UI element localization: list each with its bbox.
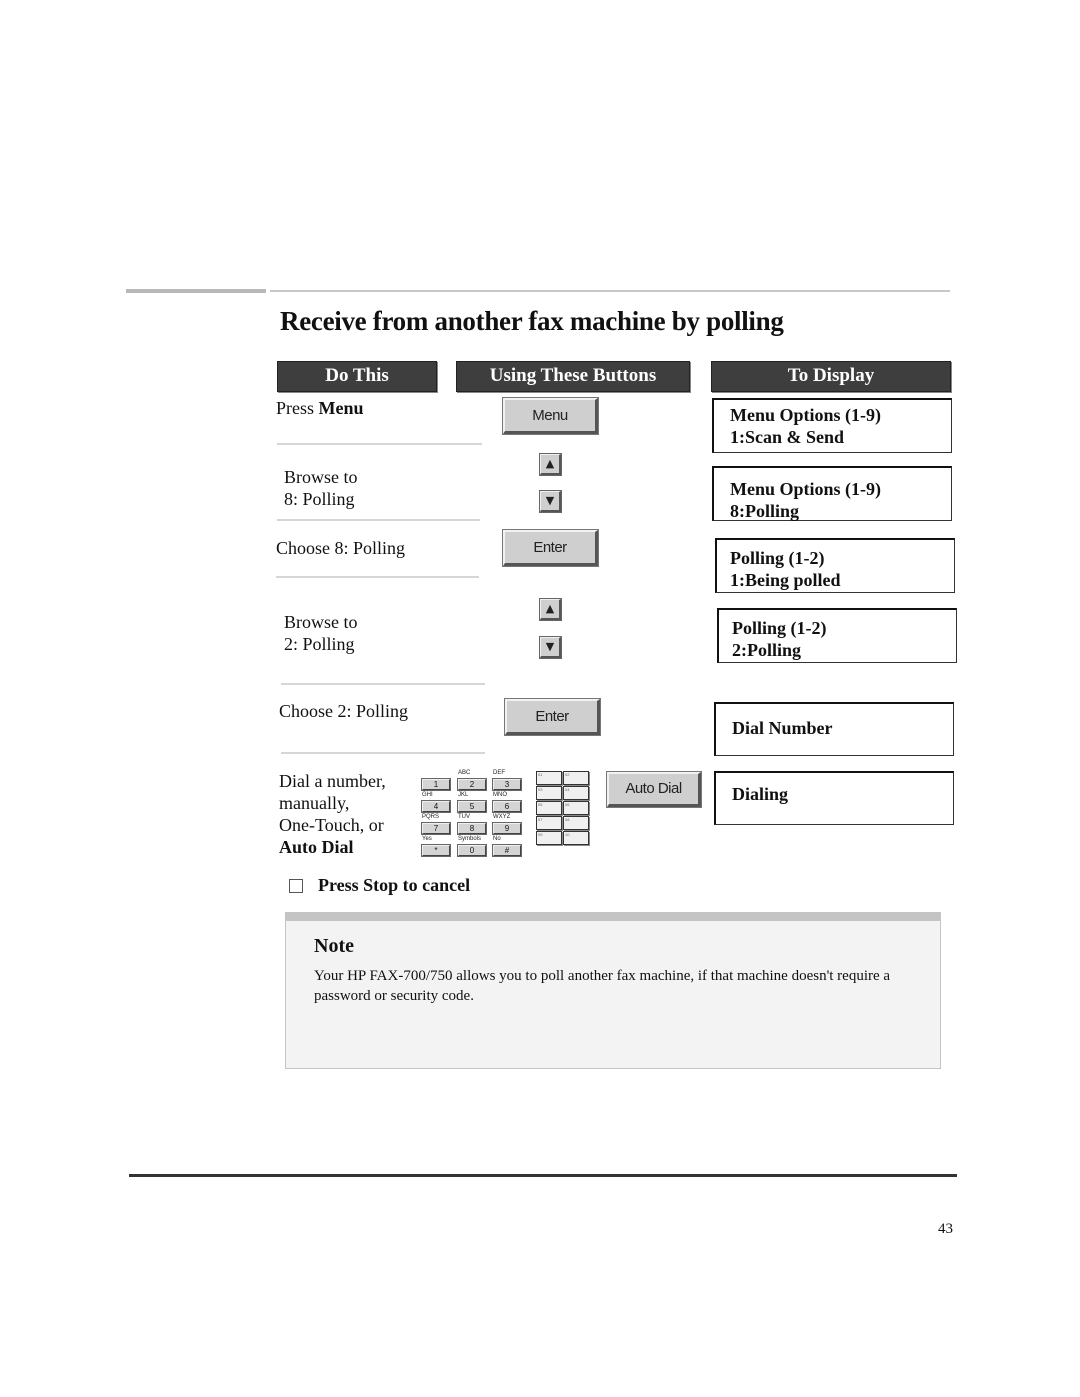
one-touch-key[interactable]: 09 xyxy=(536,831,562,845)
step-4-line-2: 2: Polling xyxy=(284,634,355,654)
key-label: MNO xyxy=(493,792,507,798)
display-line-1: Dial Number xyxy=(732,718,833,738)
keypad-key-7[interactable]: 7 xyxy=(422,823,450,834)
keypad-key-star[interactable]: * xyxy=(422,845,450,856)
keypad-key-5[interactable]: 5 xyxy=(458,801,486,812)
step-separator xyxy=(281,683,485,685)
column-header-do-this: Do This xyxy=(277,361,437,392)
checkbox-icon xyxy=(289,879,303,893)
key-label: No xyxy=(493,836,501,842)
step-2-line-2: 8: Polling xyxy=(284,489,355,509)
enter-button[interactable]: Enter xyxy=(505,699,600,735)
key-label: ABC xyxy=(458,770,471,776)
keypad-key-hash[interactable]: # xyxy=(493,845,521,856)
keypad-key-3[interactable]: 3 xyxy=(493,779,521,790)
display-line-1: Polling (1-2) xyxy=(732,618,827,638)
key-label: WXYZ xyxy=(493,814,511,820)
step-6-line-2: manually, xyxy=(279,793,350,813)
step-6-bold: Auto Dial xyxy=(279,837,354,857)
step-4-instruction: Browse to 2: Polling xyxy=(284,611,358,655)
one-touch-key[interactable]: 06 xyxy=(563,801,589,815)
display-line-2: 1:Being polled xyxy=(730,570,841,590)
key-label: TUV xyxy=(458,814,470,820)
step-separator xyxy=(281,752,485,754)
step-1-text: Press xyxy=(276,398,319,418)
step-6-instruction: Dial a number, manually, One-Touch, or A… xyxy=(279,770,386,858)
display-step-1: Menu Options (1-9) 1:Scan & Send xyxy=(712,398,952,453)
note-box: Note Your HP FAX-700/750 allows you to p… xyxy=(285,912,941,1069)
key-label: DEF xyxy=(493,770,505,776)
step-5-instruction: Choose 2: Polling xyxy=(279,701,409,721)
step-2-instruction: Browse to 8: Polling xyxy=(284,466,358,510)
page-title: Receive from another fax machine by poll… xyxy=(280,306,784,336)
note-title: Note xyxy=(314,935,354,957)
down-arrow-icon: ▼ xyxy=(545,640,555,653)
down-arrow-icon: ▼ xyxy=(545,494,555,507)
note-body: Your HP FAX-700/750 allows you to poll a… xyxy=(314,968,891,1004)
key-label: Yes xyxy=(422,836,432,842)
keypad-key-4[interactable]: 4 xyxy=(422,801,450,812)
column-header-using-buttons: Using These Buttons xyxy=(456,361,690,392)
one-touch-key[interactable]: 05 xyxy=(536,801,562,815)
step-1-instruction: Press Menu xyxy=(276,397,364,419)
header-rule-thin xyxy=(270,290,950,292)
cancel-instruction: Press Stop to cancel xyxy=(318,875,471,895)
key-label: JKL xyxy=(458,792,469,798)
one-touch-key[interactable]: 04 xyxy=(563,786,589,800)
keypad-key-9[interactable]: 9 xyxy=(493,823,521,834)
keypad-key-2[interactable]: 2 xyxy=(458,779,486,790)
display-line-2: 2:Polling xyxy=(732,640,802,660)
footer-rule xyxy=(129,1174,957,1177)
page-number: 43 xyxy=(938,1221,953,1237)
key-label: PQRS xyxy=(422,814,440,820)
display-step-2: Menu Options (1-9) 8:Polling xyxy=(712,466,952,521)
display-step-6: Dialing xyxy=(714,771,954,825)
display-line-2: 1:Scan & Send xyxy=(730,427,845,447)
one-touch-key[interactable]: 10 xyxy=(563,831,589,845)
step-1-bold: Menu xyxy=(318,398,364,418)
key-label: Symbols xyxy=(458,836,482,842)
up-arrow-icon: ▲ xyxy=(545,457,555,470)
step-separator xyxy=(277,443,482,445)
header-rule-thick xyxy=(126,289,266,293)
key-label: GHI xyxy=(422,792,433,798)
keypad-key-8[interactable]: 8 xyxy=(458,823,486,834)
step-6-line-1: Dial a number, xyxy=(279,771,386,791)
one-touch-key[interactable]: 02 xyxy=(563,771,589,785)
up-arrow-button[interactable]: ▲ xyxy=(540,454,561,475)
display-line-1: Polling (1-2) xyxy=(730,548,825,568)
keypad-key-0[interactable]: 0 xyxy=(458,845,486,856)
step-separator xyxy=(276,576,479,578)
step-2-line-1: Browse to xyxy=(284,467,358,487)
down-arrow-button[interactable]: ▼ xyxy=(540,491,561,512)
display-step-5: Dial Number xyxy=(714,702,954,756)
display-step-3: Polling (1-2) 1:Being polled xyxy=(715,538,955,593)
note-header-bar xyxy=(286,913,940,921)
step-3-instruction: Choose 8: Polling xyxy=(276,538,406,558)
step-4-line-1: Browse to xyxy=(284,612,358,632)
enter-button[interactable]: Enter xyxy=(503,530,598,566)
display-line-1: Dialing xyxy=(732,784,789,804)
numeric-keypad: ABC DEF 1 2 3 GHI JKL MNO 4 5 6 PQRS TUV… xyxy=(420,770,530,860)
one-touch-key[interactable]: 03 xyxy=(536,786,562,800)
step-separator xyxy=(277,519,480,521)
up-arrow-button[interactable]: ▲ xyxy=(540,599,561,620)
display-line-1: Menu Options (1-9) xyxy=(730,479,882,499)
column-header-to-display: To Display xyxy=(711,361,951,392)
keypad-key-6[interactable]: 6 xyxy=(493,801,521,812)
one-touch-key[interactable]: 07 xyxy=(536,816,562,830)
one-touch-key[interactable]: 08 xyxy=(563,816,589,830)
display-line-2: 8:Polling xyxy=(730,501,800,521)
down-arrow-button[interactable]: ▼ xyxy=(540,637,561,658)
one-touch-key[interactable]: 01 xyxy=(536,771,562,785)
step-6-line-3: One-Touch, or xyxy=(279,815,384,835)
menu-button[interactable]: Menu xyxy=(503,398,598,434)
keypad-key-1[interactable]: 1 xyxy=(422,779,450,790)
up-arrow-icon: ▲ xyxy=(545,602,555,615)
display-step-4: Polling (1-2) 2:Polling xyxy=(717,608,957,663)
display-line-1: Menu Options (1-9) xyxy=(730,405,882,425)
auto-dial-button[interactable]: Auto Dial xyxy=(607,772,701,807)
